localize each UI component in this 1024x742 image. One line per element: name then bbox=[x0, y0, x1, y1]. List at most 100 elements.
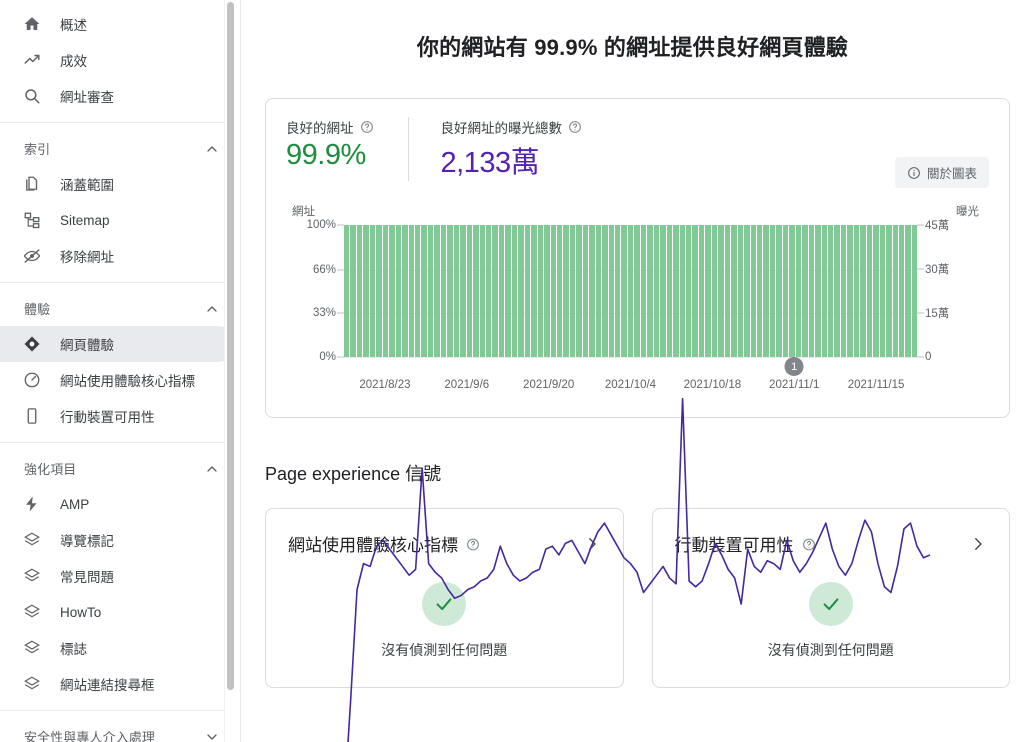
right-tick-mark bbox=[917, 312, 924, 314]
sidebar-item-sitelinks-searchbox[interactable]: 網站連結搜尋框 bbox=[0, 666, 236, 702]
chart-x-tick-label: 2021/9/20 bbox=[523, 379, 575, 391]
sidebar-item-label: 概述 bbox=[60, 18, 87, 33]
sidebar-item-label: 網站連結搜尋框 bbox=[60, 678, 155, 693]
sidebar-section-header-enhancements[interactable]: 強化項目 bbox=[0, 449, 236, 486]
chart-x-tick-label: 2021/10/18 bbox=[683, 379, 742, 391]
sidebar-section-label: 索引 bbox=[24, 142, 51, 157]
right-tick-mark bbox=[917, 268, 924, 270]
home-icon bbox=[22, 14, 42, 34]
layers-icon bbox=[22, 638, 42, 658]
sidebar-item-coverage[interactable]: 涵蓋範圍 bbox=[0, 166, 236, 202]
eye-off-icon bbox=[22, 246, 42, 266]
chart-x-axis-labels: 2021/8/23 2021/9/6 2021/9/20 2021/10/4 2021/… bbox=[344, 357, 917, 397]
chart-x-tick-label: 2021/11/15 bbox=[847, 379, 905, 391]
sidebar-item-sitemaps[interactable]: Sitemap bbox=[0, 202, 236, 238]
sidebar-group-security: 安全性與專人介入處理 bbox=[0, 711, 236, 742]
metric-label: 良好網址的曝光總數 bbox=[441, 117, 583, 137]
sidebar-section-label: 強化項目 bbox=[24, 462, 77, 477]
sidebar-item-label: HowTo bbox=[60, 604, 102, 620]
sidebar-item-performance[interactable]: 成效 bbox=[0, 42, 236, 78]
sidebar-item-label: Sitemap bbox=[60, 212, 110, 228]
right-tick-mark bbox=[917, 356, 924, 358]
right-tick-mark bbox=[917, 224, 924, 226]
sidebar-item-breadcrumbs[interactable]: 導覽標記 bbox=[0, 522, 236, 558]
sidebar-group-experience: 體驗 網頁體驗 網站使用體驗核心指標 行動裝置可用性 bbox=[0, 283, 236, 443]
sidebar-item-core-web-vitals[interactable]: 網站使用體驗核心指標 bbox=[0, 362, 236, 398]
sidebar-section-header-index[interactable]: 索引 bbox=[0, 129, 236, 166]
chart-annotation-badge[interactable]: 1 bbox=[784, 357, 804, 376]
chevron-up-icon[interactable] bbox=[204, 301, 220, 317]
right-axis-tick-label: 15萬 bbox=[925, 308, 950, 320]
right-axis-tick-label: 45萬 bbox=[925, 220, 950, 232]
help-icon[interactable] bbox=[360, 120, 374, 134]
chart-x-tick-label: 2021/9/6 bbox=[444, 379, 490, 391]
sidebar-item-label: 移除網址 bbox=[60, 250, 114, 265]
sidebar-group-top: 概述 成效 網址審查 bbox=[0, 0, 236, 123]
sidebar-section-header-experience[interactable]: 體驗 bbox=[0, 289, 236, 326]
layers-icon bbox=[22, 602, 42, 622]
metric-label-text: 良好的網址 bbox=[286, 121, 354, 136]
metric-value: 99.9% bbox=[286, 139, 366, 171]
bolt-icon bbox=[22, 494, 42, 514]
metrics-row: 良好的網址 99.9% 良好網址的曝光總數 2,133萬 關於圖表 bbox=[286, 117, 989, 188]
left-axis-tick-label: 100% bbox=[306, 219, 336, 231]
pages-icon bbox=[22, 174, 42, 194]
sidebar-item-label: 涵蓋範圍 bbox=[60, 178, 114, 193]
trending-up-icon bbox=[22, 50, 42, 70]
chart-plot-area: 0% 33% 66% 100% 0 15萬 30萬 45萬 bbox=[307, 219, 949, 357]
sidebar-item-howto[interactable]: HowTo bbox=[0, 594, 236, 630]
right-axis-tick-label: 0 bbox=[925, 351, 932, 363]
left-tick-mark bbox=[337, 224, 344, 226]
sidebar-item-label: 行動裝置可用性 bbox=[60, 410, 155, 425]
layers-icon bbox=[22, 530, 42, 550]
chart-x-tick-label: 2021/8/23 bbox=[359, 379, 411, 391]
sidebar-section-header-security[interactable]: 安全性與專人介入處理 bbox=[0, 717, 236, 742]
mobile-icon bbox=[22, 406, 42, 426]
chevron-up-icon[interactable] bbox=[204, 461, 220, 477]
about-chart-button[interactable]: 關於圖表 bbox=[894, 157, 989, 188]
left-axis-tick-label: 33% bbox=[312, 307, 336, 320]
sidebar-section-label: 體驗 bbox=[24, 302, 51, 317]
sidebar-item-label: 成效 bbox=[60, 54, 87, 69]
right-axis-tick-label: 30萬 bbox=[925, 264, 950, 276]
layers-icon bbox=[22, 566, 42, 586]
sidebar-scrollbar-track[interactable] bbox=[224, 0, 236, 742]
main-content: 你的網站有 99.9% 的網址提供良好網頁體驗 良好的網址 99.9% 良好網址… bbox=[241, 0, 1024, 742]
sidebar-scrollbar-thumb[interactable] bbox=[227, 2, 234, 690]
left-tick-mark bbox=[337, 269, 344, 271]
experience-chart: 網址 曝光 0% 33% 66% 100% 0 15萬 30萬 45萬 2021/8/23 20… bbox=[286, 203, 989, 403]
sidebar-item-url-inspection[interactable]: 網址審查 bbox=[0, 78, 236, 114]
metric-good-url-impressions: 良好網址的曝光總數 2,133萬 bbox=[407, 117, 617, 181]
app-root: 概述 成效 網址審查 索引 涵蓋範圍 Sitemap 移除網址 體驗 網頁體驗 … bbox=[0, 0, 1024, 742]
sidebar: 概述 成效 網址審查 索引 涵蓋範圍 Sitemap 移除網址 體驗 網頁體驗 … bbox=[0, 0, 236, 742]
chevron-right-icon[interactable] bbox=[969, 535, 987, 553]
right-axis-title: 曝光 bbox=[956, 206, 979, 218]
page-experience-chart-card: 良好的網址 99.9% 良好網址的曝光總數 2,133萬 關於圖表 網址 曝光 … bbox=[265, 98, 1010, 418]
sidebar-item-removals[interactable]: 移除網址 bbox=[0, 238, 236, 274]
help-icon[interactable] bbox=[568, 120, 582, 134]
sidebar-item-overview[interactable]: 概述 bbox=[0, 6, 236, 42]
left-tick-mark bbox=[337, 356, 344, 358]
sidebar-item-faq[interactable]: 常見問題 bbox=[0, 558, 236, 594]
sidebar-item-label: 常見問題 bbox=[60, 570, 114, 585]
sidebar-item-logos[interactable]: 標誌 bbox=[0, 630, 236, 666]
left-axis-tick-label: 0% bbox=[319, 351, 336, 363]
sidebar-item-label: AMP bbox=[60, 496, 90, 512]
sidebar-item-amp[interactable]: AMP bbox=[0, 486, 236, 522]
sidebar-item-label: 網頁體驗 bbox=[60, 338, 114, 353]
left-axis-tick-label: 66% bbox=[312, 263, 336, 276]
sidebar-item-mobile-usability[interactable]: 行動裝置可用性 bbox=[0, 398, 236, 434]
chart-impressions-line bbox=[344, 399, 930, 742]
about-chart-label: 關於圖表 bbox=[926, 167, 977, 181]
info-icon bbox=[907, 166, 921, 180]
chevron-down-icon[interactable] bbox=[204, 729, 220, 742]
sidebar-item-label: 標誌 bbox=[60, 642, 87, 657]
sitemap-icon bbox=[22, 210, 42, 230]
sidebar-item-label: 網站使用體驗核心指標 bbox=[60, 374, 195, 389]
page-experience-icon bbox=[22, 334, 42, 354]
metric-value: 2,133萬 bbox=[440, 147, 540, 179]
chevron-up-icon[interactable] bbox=[204, 141, 220, 157]
speedometer-icon bbox=[22, 370, 42, 390]
sidebar-item-page-experience[interactable]: 網頁體驗 bbox=[0, 326, 236, 362]
metric-good-urls: 良好的網址 99.9% bbox=[286, 117, 408, 172]
